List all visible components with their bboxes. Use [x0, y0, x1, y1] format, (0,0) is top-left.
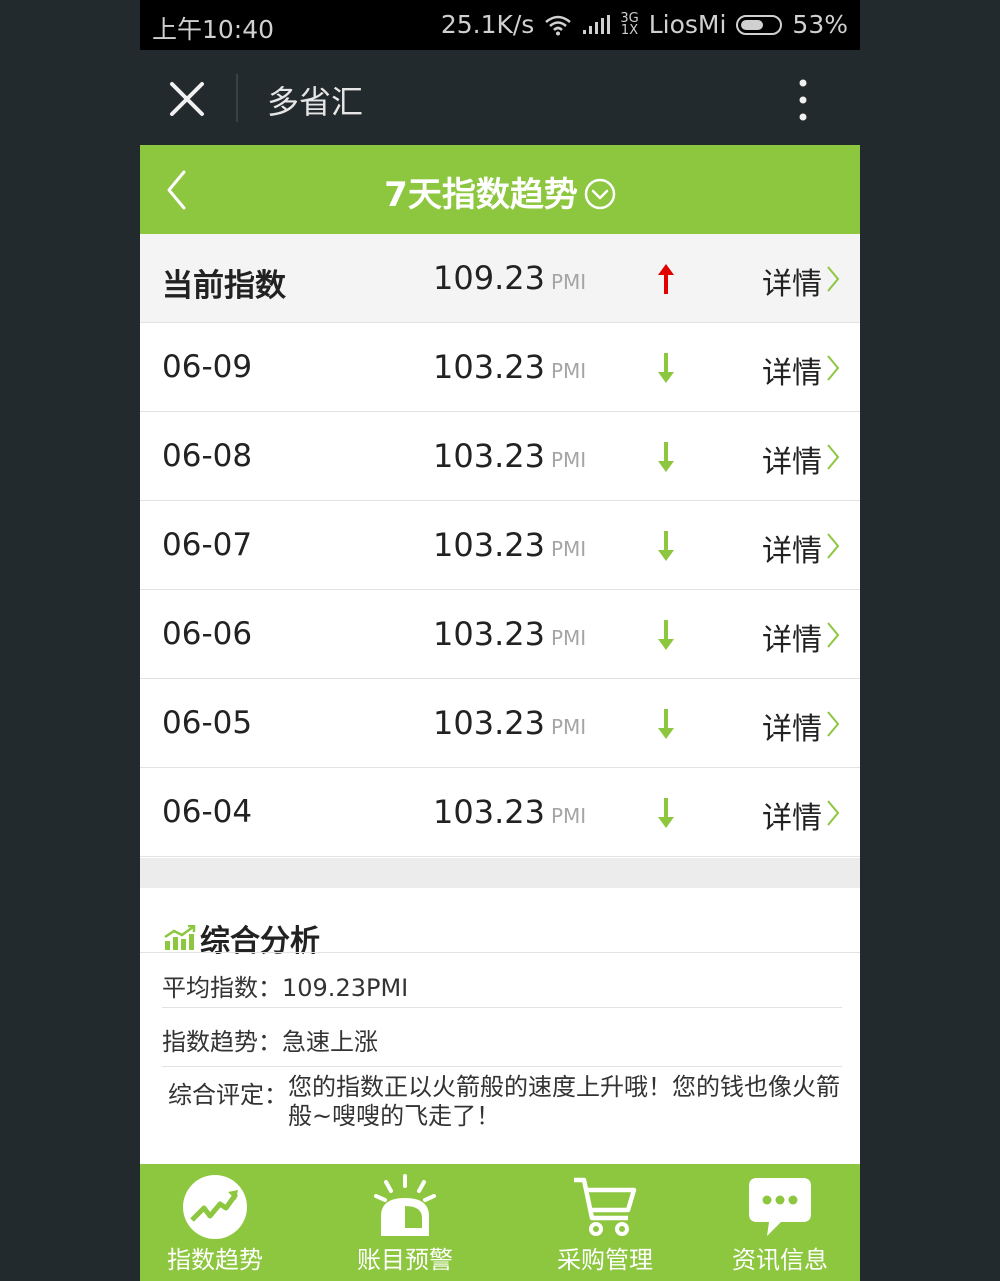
- index-list: 当前指数 109.23 PMI 详情 06-09 103.23 PMI 详情 06-…: [140, 234, 860, 857]
- arrow-down-icon: [658, 531, 674, 561]
- arrow-down-icon: [658, 798, 674, 828]
- browser-top-bar: 多省汇: [140, 50, 860, 145]
- list-item-current: 当前指数 109.23 PMI 详情: [140, 234, 860, 323]
- network-type: 3G 1X: [620, 10, 639, 38]
- wifi-icon: [545, 15, 572, 35]
- close-icon[interactable]: [168, 80, 206, 118]
- chat-bubble-icon: [749, 1178, 811, 1236]
- list-item: 06-08 103.23 PMI 详情: [140, 412, 860, 501]
- carrier-name: LiosMi: [648, 10, 727, 39]
- divider: [162, 1066, 842, 1067]
- nav-item-purchase-management[interactable]: 采购管理: [540, 1164, 670, 1281]
- chevron-down-circle-icon: [584, 178, 616, 210]
- average-index-item: 平均指数：109.23PMI: [162, 968, 408, 1003]
- average-index-value: 109.23PMI: [282, 974, 409, 1002]
- arrow-up-icon: [658, 264, 674, 294]
- chevron-right-icon[interactable]: [826, 532, 840, 560]
- list-item: 06-05 103.23 PMI 详情: [140, 679, 860, 768]
- row-value: 103.23 PMI: [433, 793, 587, 831]
- network-speed: 25.1K/s: [440, 10, 535, 39]
- chevron-right-icon[interactable]: [826, 265, 840, 293]
- analysis-header: 综合分析: [164, 916, 320, 960]
- battery-percent: 53%: [792, 10, 848, 39]
- detail-link[interactable]: 详情: [762, 526, 822, 570]
- row-date: 06-07: [162, 527, 253, 563]
- detail-link[interactable]: 详情: [762, 704, 822, 748]
- chevron-right-icon[interactable]: [826, 710, 840, 738]
- status-right: 25.1K/s 3G 1X LiosMi 53%: [441, 10, 848, 39]
- shopping-cart-icon: [574, 1177, 637, 1236]
- status-bar: 上午10:40 25.1K/s 3G 1X LiosMi 53%: [140, 0, 860, 50]
- index-trend-value: 急速上涨: [282, 1028, 378, 1056]
- detail-link[interactable]: 详情: [762, 348, 822, 392]
- row-date: 06-09: [162, 349, 253, 385]
- chevron-right-icon[interactable]: [826, 354, 840, 382]
- list-item: 06-09 103.23 PMI 详情: [140, 323, 860, 412]
- header-title-dropdown[interactable]: 7天指数趋势: [140, 167, 860, 216]
- average-index-key: 平均指数：: [162, 974, 282, 1002]
- divider: [162, 1007, 842, 1008]
- nav-item-index-trend[interactable]: 指数趋势: [150, 1164, 280, 1281]
- nav-label: 指数趋势: [167, 1246, 263, 1274]
- more-menu-icon[interactable]: [794, 78, 812, 122]
- row-date: 06-06: [162, 616, 253, 652]
- signal-icon: [583, 14, 611, 34]
- chevron-right-icon[interactable]: [826, 443, 840, 471]
- chevron-right-icon[interactable]: [826, 621, 840, 649]
- analysis-chart-icon: [164, 925, 196, 950]
- row-value: 103.23 PMI: [433, 348, 587, 386]
- row-date: 06-04: [162, 794, 253, 830]
- list-item: 06-07 103.23 PMI 详情: [140, 501, 860, 590]
- bottom-nav: 指数趋势 账目预警 采购管理 资讯信息: [140, 1164, 860, 1281]
- overall-evaluation-value: 您的指数正以火箭般的速度上升哦！您的钱也像火箭般~嗖嗖的飞走了！: [288, 1073, 840, 1130]
- list-item: 06-04 103.23 PMI 详情: [140, 768, 860, 857]
- row-label: 当前指数: [162, 268, 286, 304]
- analysis-section: 综合分析 平均指数：109.23PMI 指数趋势：急速上涨 综合评定： 您的指数正…: [140, 888, 860, 1164]
- analysis-title: 综合分析: [200, 924, 320, 959]
- index-trend-key: 指数趋势：: [162, 1028, 282, 1056]
- nav-item-account-alert[interactable]: 账目预警: [340, 1164, 470, 1281]
- phone-screen: 上午10:40 25.1K/s 3G 1X LiosMi 53% 多省汇 7天指…: [140, 0, 860, 1281]
- detail-link[interactable]: 详情: [762, 259, 822, 303]
- list-item: 06-06 103.23 PMI 详情: [140, 590, 860, 679]
- overall-evaluation-key: 综合评定：: [168, 1081, 288, 1109]
- nav-label: 账目预警: [357, 1246, 453, 1274]
- status-time: 上午10:40: [152, 15, 275, 44]
- divider: [140, 952, 860, 953]
- row-date: 06-05: [162, 705, 253, 741]
- nav-label: 采购管理: [557, 1246, 653, 1274]
- page-app-title: 多省汇: [267, 83, 364, 121]
- row-value: 103.23 PMI: [433, 615, 587, 653]
- arrow-down-icon: [658, 353, 674, 383]
- detail-link[interactable]: 详情: [762, 615, 822, 659]
- alarm-light-icon: [374, 1174, 436, 1236]
- header-title: 7天指数趋势: [384, 175, 578, 215]
- arrow-down-icon: [658, 709, 674, 739]
- detail-link[interactable]: 详情: [762, 437, 822, 481]
- chevron-right-icon[interactable]: [826, 799, 840, 827]
- nav-item-news[interactable]: 资讯信息: [715, 1164, 845, 1281]
- arrow-down-icon: [658, 620, 674, 650]
- page-header: 7天指数趋势: [140, 145, 860, 234]
- divider: [236, 74, 238, 122]
- detail-link[interactable]: 详情: [762, 793, 822, 837]
- section-divider: [140, 858, 860, 888]
- index-trend-item: 指数趋势：急速上涨: [162, 1022, 378, 1057]
- battery-icon: [736, 14, 783, 35]
- overall-evaluation-item: 综合评定： 您的指数正以火箭般的速度上升哦！您的钱也像火箭般~嗖嗖的飞走了！: [168, 1073, 848, 1131]
- nav-label: 资讯信息: [732, 1246, 828, 1274]
- row-value: 103.23 PMI: [433, 526, 587, 564]
- row-date: 06-08: [162, 438, 253, 474]
- arrow-down-icon: [658, 442, 674, 472]
- row-value: 109.23 PMI: [433, 259, 587, 297]
- row-value: 103.23 PMI: [433, 704, 587, 742]
- trend-chart-icon: [183, 1175, 247, 1239]
- row-value: 103.23 PMI: [433, 437, 587, 475]
